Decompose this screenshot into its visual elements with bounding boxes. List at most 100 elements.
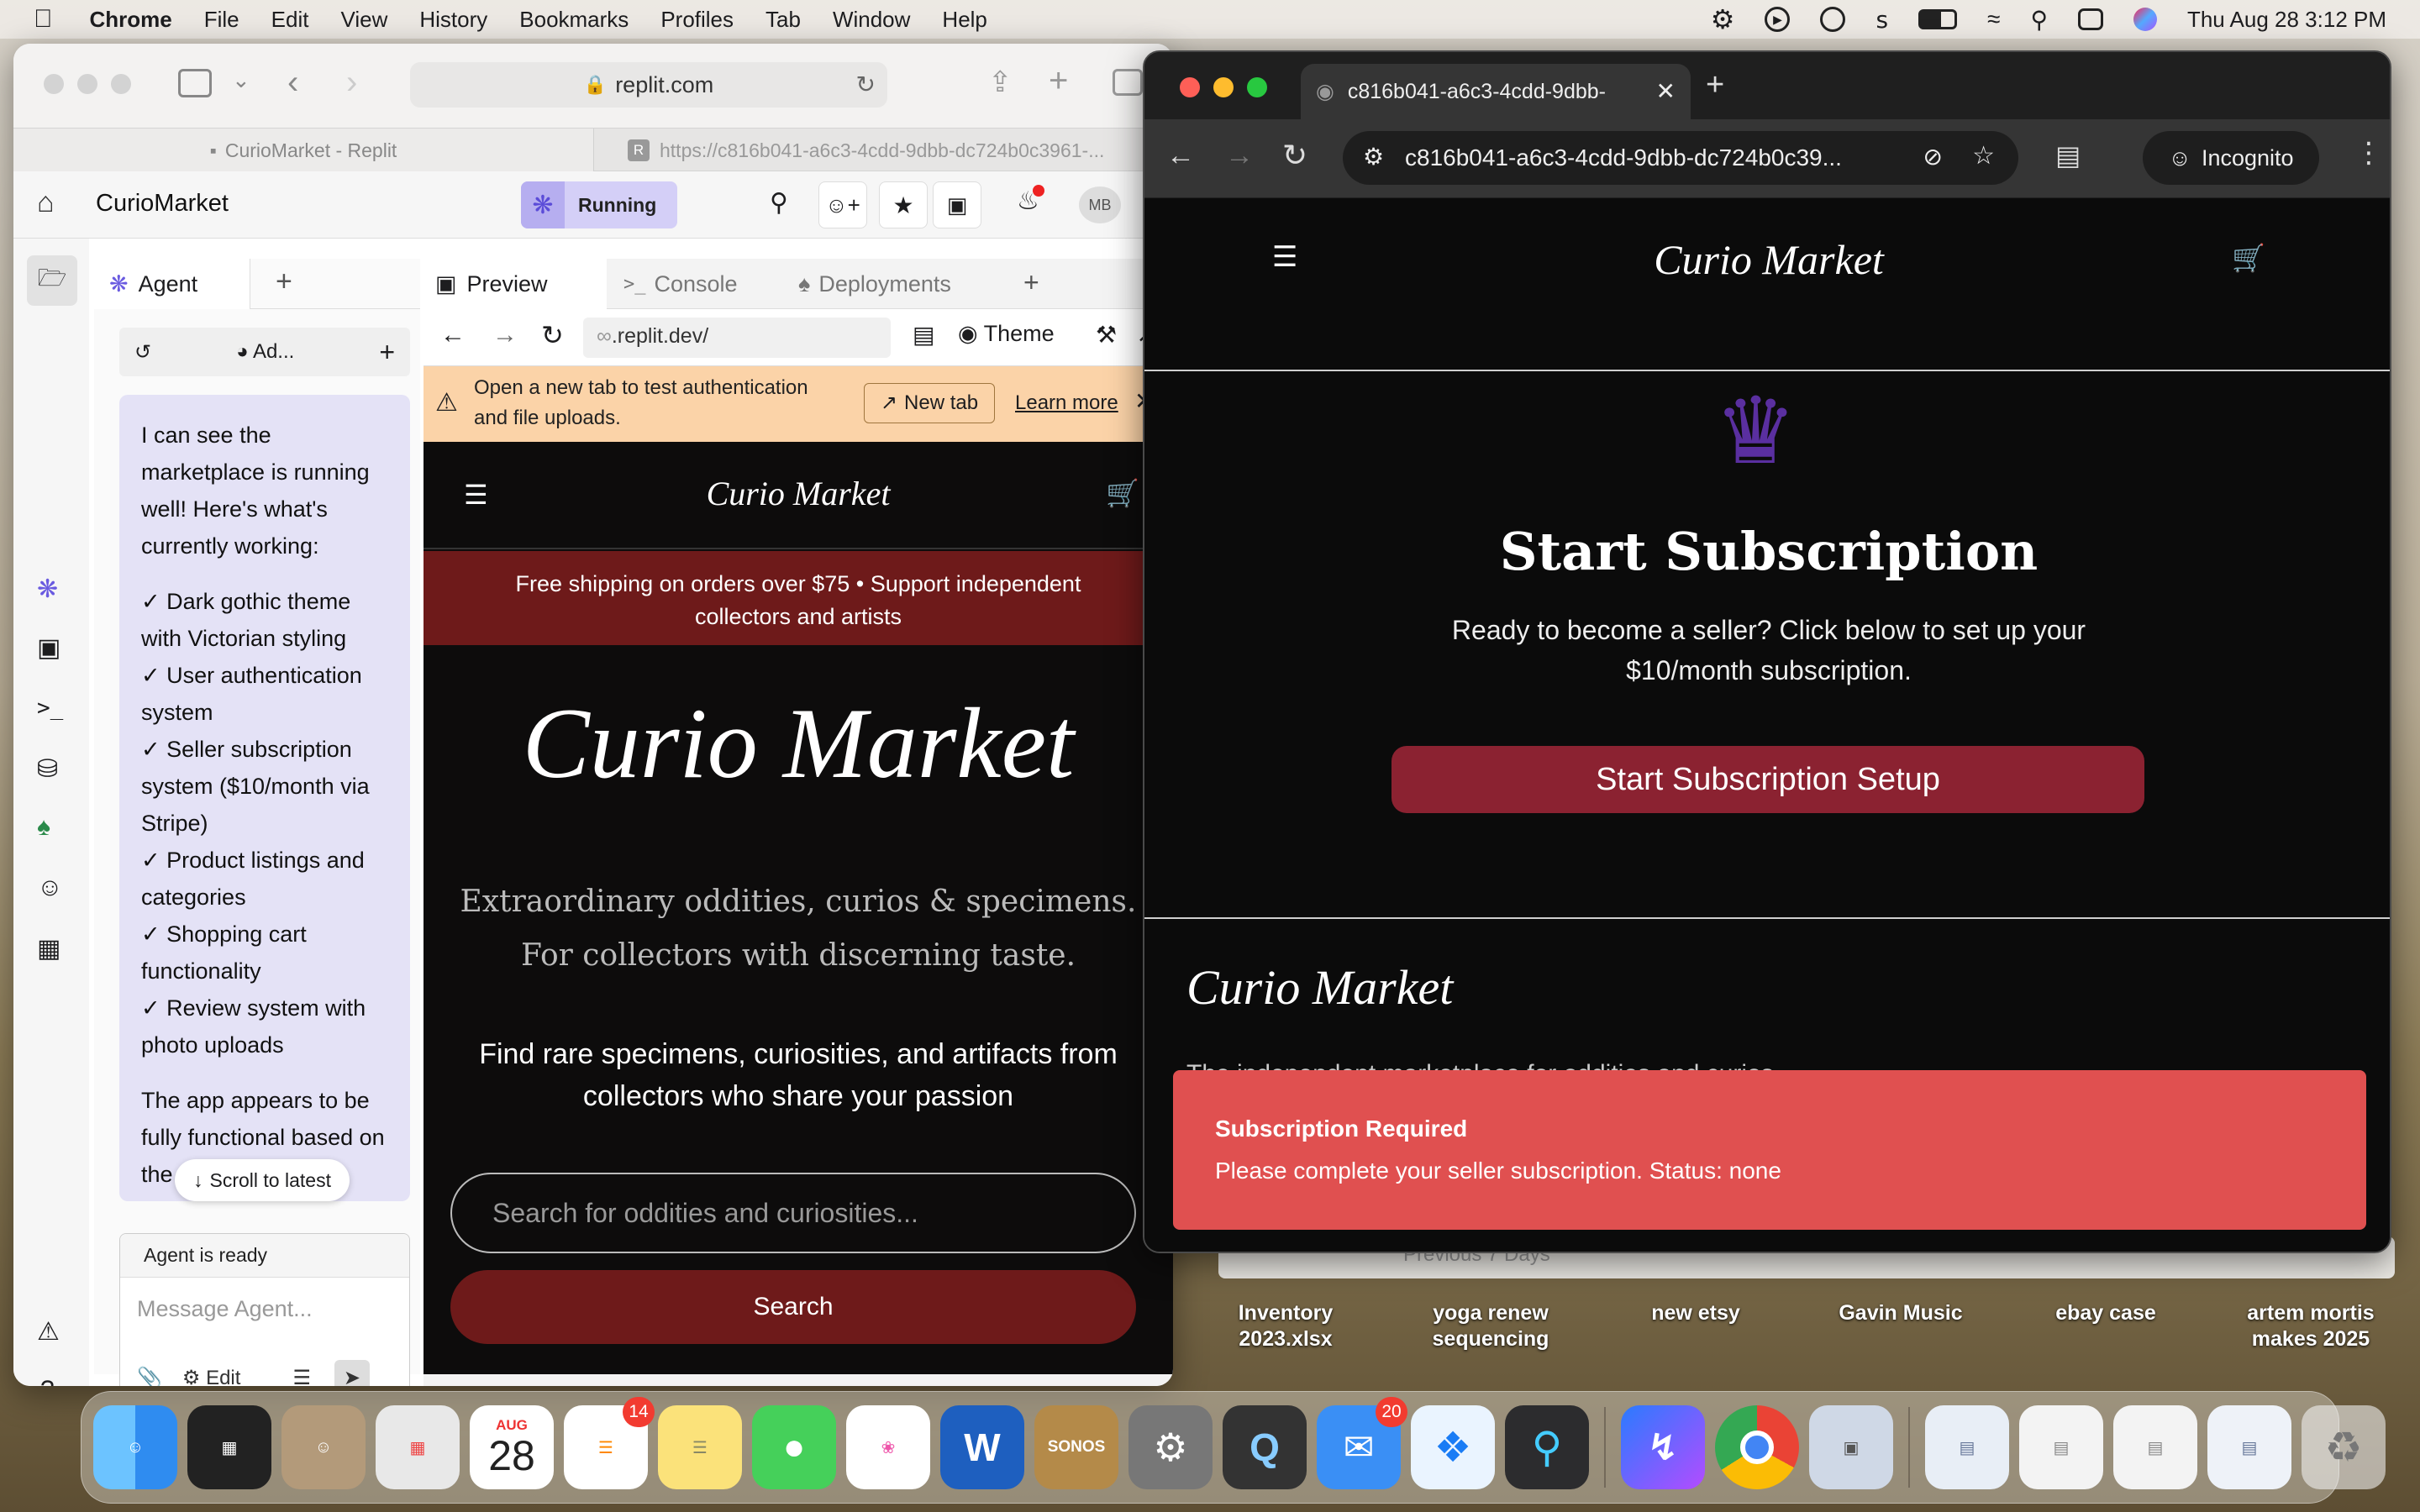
bell-icon[interactable]: ♨: [1017, 185, 1044, 216]
agent-mode-selector[interactable]: ◕ Ad...: [236, 340, 294, 364]
history-icon[interactable]: ↺: [134, 340, 151, 365]
minimize-button[interactable]: [1213, 77, 1234, 97]
message-input[interactable]: Message Agent...: [137, 1296, 389, 1322]
desktop-file[interactable]: yoga renew sequencing: [1407, 1300, 1575, 1352]
tab-preview[interactable]: ▣ Preview: [424, 259, 607, 309]
share-icon[interactable]: ⇪: [988, 66, 1013, 99]
gear-icon[interactable]: ⚙: [1711, 3, 1735, 35]
close-button[interactable]: [1180, 77, 1200, 97]
eye-off-icon[interactable]: ⊘: [1923, 143, 1943, 171]
tab-agent[interactable]: ❋ Agent: [94, 259, 250, 309]
help-icon[interactable]: ?: [40, 1376, 55, 1386]
apps-grid-icon[interactable]: ▦: [37, 934, 60, 963]
tab-console[interactable]: >_ Console: [615, 259, 783, 309]
chrome-address-bar[interactable]: ⚙ c816b041-a6c3-4cdd-9dbb-dc724b0c39... …: [1343, 131, 2018, 185]
close-tab-icon[interactable]: ✕: [1656, 77, 1676, 105]
menu-file[interactable]: File: [204, 7, 239, 33]
forward-icon[interactable]: →: [1225, 139, 1254, 172]
menu-window[interactable]: Window: [833, 7, 910, 33]
new-tab-icon[interactable]: +: [1049, 62, 1068, 100]
preview-app-icon[interactable]: ▣: [1809, 1405, 1893, 1489]
battery-icon[interactable]: [1918, 9, 1958, 29]
site-search-input[interactable]: Search for oddities and curiosities...: [450, 1173, 1136, 1253]
chrome-icon[interactable]: [1715, 1405, 1799, 1489]
trash-icon[interactable]: ♻: [2302, 1405, 2386, 1489]
site-logo[interactable]: Curio Market: [424, 474, 1173, 513]
menu-history[interactable]: History: [419, 7, 487, 33]
reload-icon[interactable]: ↻: [1282, 138, 1307, 173]
launchpad-icon[interactable]: ▦: [376, 1405, 460, 1489]
menu-profiles[interactable]: Profiles: [660, 7, 734, 33]
desktop-icon[interactable]: ▦: [187, 1405, 271, 1489]
recent-document-icon[interactable]: ▤: [2113, 1405, 2197, 1489]
wrench-icon[interactable]: ⚒: [1096, 321, 1117, 349]
zoom-button[interactable]: [1247, 77, 1267, 97]
contacts-icon[interactable]: ☺: [281, 1405, 366, 1489]
home-icon[interactable]: ⌂: [37, 186, 55, 219]
chevron-down-icon[interactable]: ⌄: [232, 67, 250, 93]
site-settings-icon[interactable]: ⚙: [1363, 143, 1384, 171]
word-icon[interactable]: W: [940, 1405, 1024, 1489]
time-machine-icon[interactable]: [1820, 7, 1846, 32]
control-center-icon[interactable]: [2077, 8, 2103, 30]
add-tab-icon[interactable]: +: [1023, 267, 1039, 298]
menu-help[interactable]: Help: [942, 7, 986, 33]
minimize-button[interactable]: [77, 74, 97, 94]
mail-icon[interactable]: ✉ 20: [1317, 1397, 1407, 1489]
reminders-icon[interactable]: ☰ 14: [564, 1397, 655, 1489]
incognito-badge[interactable]: ☺ Incognito: [2143, 131, 2319, 185]
alert-icon[interactable]: ⚠: [37, 1317, 60, 1347]
menu-view[interactable]: View: [340, 7, 387, 33]
site-search-button[interactable]: Search: [450, 1270, 1136, 1344]
menu-tab[interactable]: Tab: [765, 7, 801, 33]
add-tab-icon[interactable]: +: [276, 265, 292, 298]
files-icon[interactable]: 🗁: [27, 255, 77, 306]
theme-button[interactable]: ◉ Theme: [958, 321, 1055, 347]
desktop-file[interactable]: artem mortis makes 2025: [2227, 1300, 2395, 1352]
user-check-icon[interactable]: ☺: [37, 874, 63, 902]
messenger-icon[interactable]: ↯: [1621, 1405, 1705, 1489]
stack-icon[interactable]: ▣: [933, 181, 981, 228]
desktop-file[interactable]: Inventory 2023.xlsx: [1202, 1300, 1370, 1352]
play-icon[interactable]: ▶: [1765, 7, 1791, 32]
search-icon[interactable]: ⚲: [770, 188, 788, 218]
siri-icon[interactable]: [2133, 8, 2157, 31]
bluetooth-icon[interactable]: ꜱ: [1876, 6, 1888, 34]
scroll-to-latest-button[interactable]: ↓ Scroll to latest: [175, 1159, 350, 1201]
menu-bookmarks[interactable]: Bookmarks: [519, 7, 629, 33]
cast-icon[interactable]: ▤: [2055, 139, 2081, 171]
photos-icon[interactable]: ❀: [846, 1405, 930, 1489]
back-icon[interactable]: ←: [440, 321, 466, 349]
new-tab-button[interactable]: ↗ New tab: [864, 383, 995, 423]
footer-logo[interactable]: Curio Market: [1186, 959, 1453, 1016]
calendar-icon[interactable]: AUG 28: [470, 1405, 554, 1489]
new-tab-icon[interactable]: +: [1706, 67, 1724, 103]
edit-mode-button[interactable]: ⚙ Edit: [182, 1366, 241, 1387]
wifi-icon[interactable]: ≈: [1987, 6, 2000, 33]
safari-icon[interactable]: ❖: [1411, 1405, 1495, 1489]
invite-icon[interactable]: ☺+: [818, 181, 867, 228]
project-name[interactable]: CurioMarket: [96, 190, 229, 218]
menubar-datetime[interactable]: Thu Aug 28 3:12 PM: [2187, 7, 2386, 33]
zoom-button[interactable]: [111, 74, 131, 94]
deploy-icon[interactable]: ★: [879, 181, 928, 228]
more-menu-icon[interactable]: ⋮: [2354, 136, 2383, 170]
cart-icon[interactable]: 🛒: [1106, 477, 1139, 509]
agent-rail-icon[interactable]: ❋: [37, 575, 58, 604]
messages-icon[interactable]: ●: [752, 1405, 836, 1489]
database-icon[interactable]: ⛁: [37, 754, 58, 784]
monitor-icon[interactable]: ▣: [37, 633, 60, 663]
deploy-rail-icon[interactable]: ♠: [37, 813, 50, 842]
search-icon[interactable]: ⚲: [2030, 6, 2048, 34]
notes-icon[interactable]: ☰: [658, 1405, 742, 1489]
quicktime-icon[interactable]: Q: [1223, 1405, 1307, 1489]
sonos-icon[interactable]: SONOS: [1034, 1405, 1118, 1489]
menu-app-name[interactable]: Chrome: [90, 7, 172, 33]
safari-address-bar[interactable]: 🔒 replit.com ↻: [410, 62, 887, 108]
start-subscription-button[interactable]: Start Subscription Setup: [1392, 746, 2144, 813]
sidebar-icon[interactable]: [178, 69, 212, 97]
shell-icon[interactable]: >_: [37, 696, 63, 721]
reload-icon[interactable]: ↻: [856, 71, 876, 98]
desktop-file[interactable]: new etsy: [1612, 1300, 1780, 1352]
safari-tab-replit[interactable]: ▪ CurioMarket - Replit: [13, 129, 593, 172]
